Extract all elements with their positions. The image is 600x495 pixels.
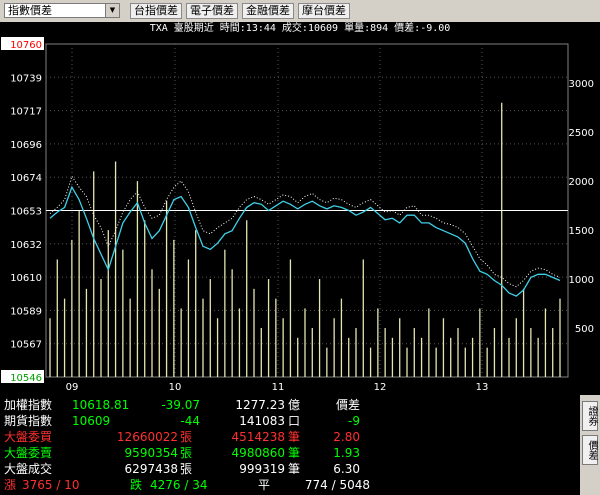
- y-tick-label: 10674: [10, 173, 42, 184]
- futures-change: -44: [180, 414, 200, 428]
- y-tick-label: 10696: [10, 140, 42, 151]
- index-line: [49, 175, 561, 288]
- ask-ratio: 1.93: [333, 446, 360, 460]
- row-label: 大盤委買: [4, 430, 53, 444]
- tx-spread-button[interactable]: 台指價差: [130, 3, 182, 19]
- taiex-change: -39.07: [161, 398, 200, 412]
- y-tick-label: 10589: [10, 306, 42, 317]
- quote-panel: 加權指數 10618.81 -39.07 1277.23 億 價差 期貨指數 1…: [0, 395, 600, 495]
- index-spread-select[interactable]: 指數價差 ▼: [4, 3, 120, 18]
- y-tick-label: 10546: [10, 373, 42, 384]
- row-label: 大盤委賣: [4, 446, 53, 460]
- x-tick-label: 13: [476, 382, 489, 393]
- down-label: 跌: [130, 478, 143, 492]
- toolbar: 指數價差 ▼ 台指價差 電子價差 金融價差 摩台價差: [0, 0, 600, 22]
- unit-label: 筆: [288, 446, 301, 460]
- tab-spread[interactable]: 價差: [582, 435, 598, 465]
- y-tick-label: 10739: [10, 73, 42, 84]
- y-tick-label: 10653: [10, 207, 42, 218]
- row-label: 加權指數: [4, 398, 53, 412]
- chart-panel: TXA 臺股期近 時間:13:44 成交:10609 單量:894 價差:-9.…: [0, 22, 600, 395]
- volume-tick-label: 1000: [569, 275, 594, 286]
- x-tick-label: 09: [66, 382, 79, 393]
- bid-lots: 12660022: [116, 430, 178, 444]
- ask-lots: 9590354: [124, 446, 178, 460]
- up-label: 漲: [4, 478, 17, 492]
- unit-label: 筆: [288, 462, 301, 476]
- flat-label: 平: [258, 478, 271, 492]
- select-value: 指數價差: [8, 4, 52, 17]
- x-tick-label: 10: [169, 382, 182, 393]
- intraday-chart[interactable]: 10760 10739 10717 10696 10674 10653 10632 10610…: [0, 22, 600, 395]
- bid-row: 大盤委買 12660022 張 4514238 筆 2.80: [0, 429, 580, 445]
- volume-tick-label: 2000: [569, 177, 594, 188]
- row-label: 大盤成交: [4, 462, 53, 476]
- y-tick-label: 10632: [10, 240, 42, 251]
- y-tick-label: 10567: [10, 340, 42, 351]
- futures-row: 期貨指數 10609 -44 141083 口 -9: [0, 413, 580, 429]
- taiex-turnover: 1277.23: [235, 398, 285, 412]
- unit-label: 張: [180, 446, 193, 460]
- futures-value: 10609: [72, 414, 111, 428]
- up-count: 3765 / 10: [22, 478, 80, 492]
- futures-line: [49, 185, 561, 297]
- deal-lots: 6297438: [124, 462, 178, 476]
- volume-tick-label: 3000: [569, 79, 594, 90]
- volume-tick-label: 500: [575, 324, 594, 335]
- unit-label: 張: [180, 462, 193, 476]
- deal-ratio: 6.30: [333, 462, 360, 476]
- ask-row: 大盤委賣 9590354 張 4980860 筆 1.93: [0, 445, 580, 461]
- bid-ratio: 2.80: [333, 430, 360, 444]
- taiex-value: 10618.81: [72, 398, 130, 412]
- finance-spread-button[interactable]: 金融價差: [242, 3, 294, 19]
- unit-label: 億: [288, 398, 301, 412]
- row-label: 期貨指數: [4, 414, 53, 428]
- volume-tick-label: 1500: [569, 226, 594, 237]
- electronics-spread-button[interactable]: 電子價差: [186, 3, 238, 19]
- breadth-row: 漲 3765 / 10 跌 4276 / 34 平 774 / 5048: [0, 477, 580, 493]
- deal-row: 大盤成交 6297438 張 999319 筆 6.30: [0, 461, 580, 477]
- msci-spread-button[interactable]: 摩台價差: [298, 3, 350, 19]
- x-tick-label: 12: [374, 382, 387, 393]
- ask-orders: 4980860: [231, 446, 285, 460]
- taiex-row: 加權指數 10618.81 -39.07 1277.23 億 價差: [0, 397, 580, 413]
- unit-label: 口: [288, 414, 301, 428]
- unit-label: 張: [180, 430, 193, 444]
- y-tick-label: 10610: [10, 273, 42, 284]
- y-tick-label: 10760: [10, 40, 42, 51]
- futures-volume: 141083: [239, 414, 285, 428]
- x-tick-label: 11: [272, 382, 285, 393]
- side-tabs: 證券 價差: [580, 395, 600, 495]
- bid-orders: 4514238: [231, 430, 285, 444]
- spread-value: -9: [348, 414, 360, 428]
- down-count: 4276 / 34: [150, 478, 208, 492]
- y-tick-label: 10717: [10, 107, 42, 118]
- spread-label: 價差: [336, 398, 361, 412]
- unit-label: 筆: [288, 430, 301, 444]
- flat-count: 774 / 5048: [304, 478, 370, 492]
- chevron-down-icon[interactable]: ▼: [105, 4, 119, 17]
- volume-tick-label: 2500: [569, 128, 594, 139]
- deal-orders: 999319: [239, 462, 285, 476]
- tab-securities[interactable]: 證券: [582, 401, 598, 431]
